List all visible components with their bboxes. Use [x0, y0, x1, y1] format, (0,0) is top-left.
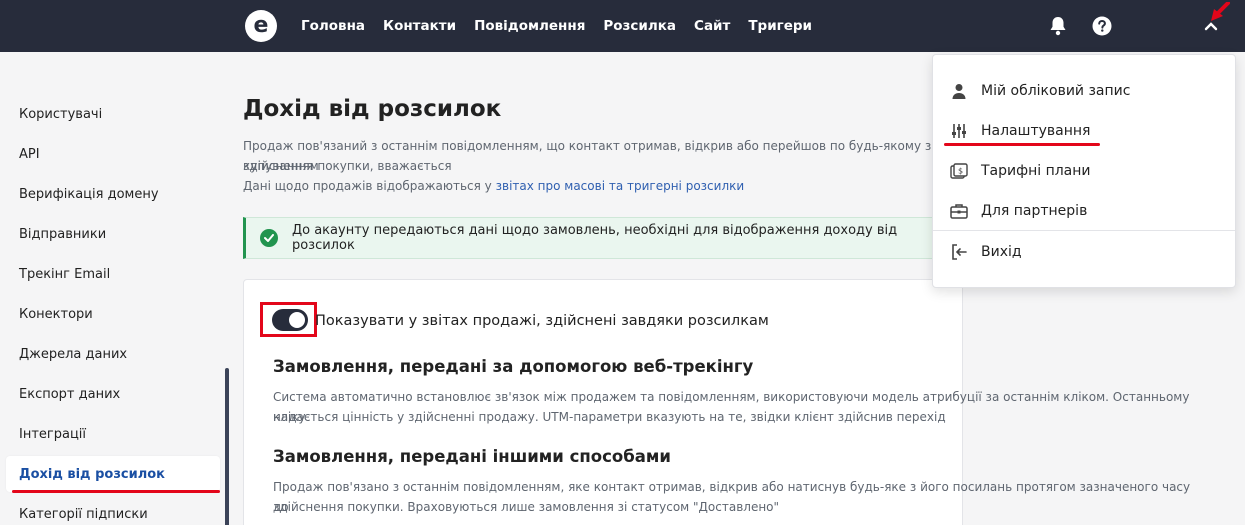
section-other-title: Замовлення, передані іншими способами: [273, 447, 671, 466]
settings-sidebar: Користувачі API Верифікація домену Відпр…: [0, 52, 232, 525]
alert-text: До акаунту передаються дані щодо замовле…: [291, 223, 898, 253]
revenue-toggle[interactable]: [272, 309, 308, 331]
description-line-2: купуванням: [243, 159, 319, 173]
description-prefix: Дані щодо продажів відображаються у: [243, 179, 496, 193]
menu-item-label: Мій обліковий запис: [981, 83, 1131, 99]
section-other-text-2: здійснення покупки. Враховуються лише за…: [273, 500, 780, 514]
sidebar-item-users[interactable]: Користувачі: [6, 96, 220, 132]
logo[interactable]: e: [245, 10, 277, 42]
nav-home[interactable]: Головна: [301, 18, 365, 34]
menu-item-label: Для партнерів: [981, 203, 1088, 219]
section-webtracking-text-2: надається цінність у здійсненні продажу.…: [273, 410, 946, 424]
nav-contacts[interactable]: Контакти: [383, 18, 456, 34]
menu-item-account[interactable]: Мій обліковий запис: [933, 71, 1235, 111]
nav-site[interactable]: Сайт: [694, 18, 730, 34]
help-icon[interactable]: [1090, 14, 1114, 38]
sidebar-item-senders[interactable]: Відправники: [6, 216, 220, 252]
nav-messages[interactable]: Повідомлення: [474, 18, 585, 34]
pricing-icon: $: [949, 161, 969, 181]
sidebar-scrollbar[interactable]: [225, 368, 229, 525]
menu-divider: [933, 230, 1235, 231]
nav-campaigns[interactable]: Розсилка: [603, 18, 676, 34]
logo-letter: e: [253, 13, 269, 38]
section-webtracking-title: Замовлення, передані за допомогою веб-тр…: [273, 357, 754, 376]
account-dropdown: Мій обліковий запис Налаштування $ Тариф…: [932, 54, 1236, 288]
user-icon: [949, 81, 969, 101]
page-title: Дохід від розсилок: [243, 96, 502, 122]
red-underline-annotation: [12, 490, 220, 493]
sidebar-item-email-tracking[interactable]: Трекінг Email: [6, 256, 220, 292]
success-alert: До акаунту передаються дані щодо замовле…: [243, 217, 963, 259]
main-nav: Головна Контакти Повідомлення Розсилка С…: [301, 0, 812, 52]
red-underline-annotation: [944, 143, 1100, 146]
svg-text:$: $: [958, 167, 963, 176]
sidebar-item-revenue[interactable]: Дохід від розсилок: [6, 456, 220, 492]
description-line-3: Дані щодо продажів відображаються у звіт…: [243, 176, 744, 196]
sidebar-item-api[interactable]: API: [6, 136, 220, 172]
sidebar-item-integrations[interactable]: Інтеграції: [6, 416, 220, 452]
top-navbar: e Головна Контакти Повідомлення Розсилка…: [0, 0, 1245, 52]
sidebar-item-data-sources[interactable]: Джерела даних: [6, 336, 220, 372]
menu-item-partners[interactable]: Для партнерів: [933, 191, 1235, 231]
logout-icon: [949, 242, 969, 262]
check-circle-icon: [260, 229, 278, 247]
menu-item-pricing[interactable]: $ Тарифні плани: [933, 151, 1235, 191]
nav-triggers[interactable]: Тригери: [748, 18, 812, 34]
briefcase-icon: [949, 201, 969, 221]
sidebar-item-connectors[interactable]: Конектори: [6, 296, 220, 332]
menu-item-logout[interactable]: Вихід: [933, 232, 1235, 272]
sidebar-item-subscription-categories[interactable]: Категорії підписки: [6, 496, 220, 525]
menu-item-label: Вихід: [981, 244, 1022, 260]
sidebar-item-data-export[interactable]: Експорт даних: [6, 376, 220, 412]
toggle-knob: [289, 312, 305, 328]
menu-item-label: Тарифні плани: [981, 163, 1091, 179]
reports-link[interactable]: звітах про масові та тригерні розсилки: [496, 179, 745, 193]
bell-icon[interactable]: [1046, 14, 1070, 38]
menu-item-label: Налаштування: [981, 123, 1091, 139]
toggle-label: Показувати у звітах продажі, здійснені з…: [315, 313, 769, 329]
sidebar-item-domain-verification[interactable]: Верифікація домену: [6, 176, 220, 212]
red-arrow-annotation: [1211, 2, 1230, 21]
sliders-icon: [949, 121, 969, 141]
